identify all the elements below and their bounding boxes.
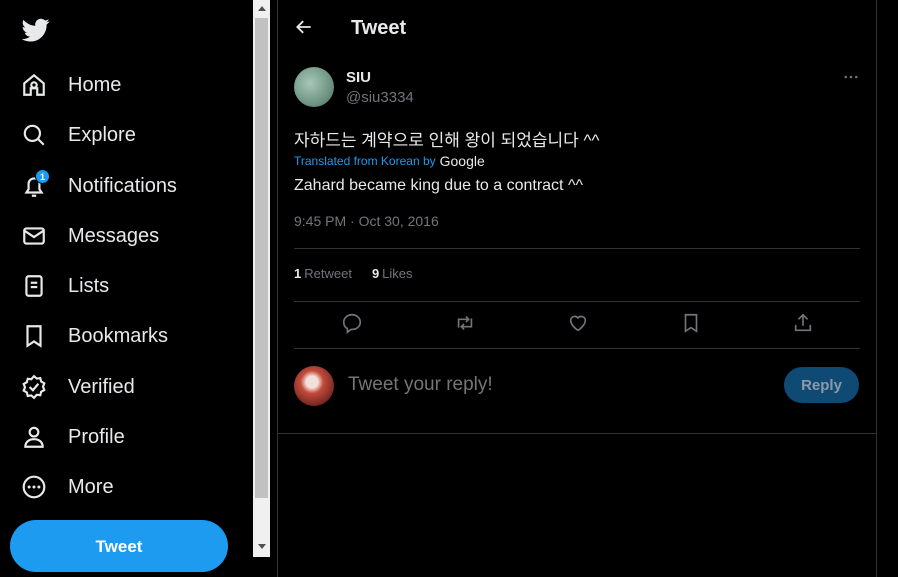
translation-attribution[interactable]: Translated from Korean by Google: [294, 153, 485, 169]
sidebar-item-notifications[interactable]: 1 Notifications: [14, 164, 244, 208]
translated-text: Zahard became king due to a contract ^^: [294, 177, 583, 194]
home-icon: [20, 71, 48, 99]
author-avatar[interactable]: [294, 67, 334, 107]
sidebar-item-label: Home: [68, 73, 122, 96]
tweet-actions: [294, 312, 860, 338]
sidebar-item-messages[interactable]: Messages: [14, 214, 244, 258]
envelope-icon: [20, 222, 48, 250]
sidebar-item-verified[interactable]: Verified: [14, 365, 244, 409]
divider: [294, 301, 860, 302]
more-options-icon[interactable]: [842, 68, 860, 86]
sidebar-item-label: Profile: [68, 425, 125, 448]
sidebar-item-explore[interactable]: Explore: [14, 113, 244, 157]
sidebar-item-label: Verified: [68, 375, 135, 398]
tweet-timestamp[interactable]: 9:45 PM · Oct 30, 2016: [294, 213, 439, 229]
divider: [294, 348, 860, 349]
back-arrow-icon[interactable]: [294, 17, 314, 37]
sidebar-item-label: Notifications: [68, 174, 177, 197]
sidebar-item-label: Messages: [68, 224, 160, 247]
reply-button[interactable]: Reply: [784, 367, 859, 403]
sidebar-item-bookmarks[interactable]: Bookmarks: [14, 314, 244, 358]
share-icon[interactable]: [792, 312, 816, 336]
bookmark-icon: [20, 322, 48, 350]
scroll-up-arrow-icon[interactable]: [253, 0, 270, 17]
author-name[interactable]: SIU: [346, 69, 371, 86]
bookmark-icon[interactable]: [680, 312, 704, 336]
reply-input[interactable]: [348, 374, 748, 396]
list-icon: [20, 272, 48, 300]
like-heart-icon[interactable]: [567, 312, 591, 336]
more-circle-icon: [20, 473, 48, 501]
sidebar-item-profile[interactable]: Profile: [14, 415, 244, 459]
notification-badge: 1: [35, 169, 50, 184]
sidebar-item-label: Explore: [68, 123, 136, 146]
likes-stat[interactable]: 9 Likes: [372, 266, 413, 281]
sidebar-item-label: More: [68, 475, 114, 498]
retweet-icon[interactable]: [454, 312, 478, 336]
scroll-down-arrow-icon[interactable]: [253, 538, 270, 555]
scroll-thumb[interactable]: [255, 18, 268, 498]
sidebar-item-lists[interactable]: Lists: [14, 264, 244, 308]
sidebar-scrollbar[interactable]: [253, 0, 270, 557]
google-logo-text: Google: [439, 153, 485, 169]
translated-label: Translated from Korean by: [294, 154, 436, 168]
sidebar-item-more[interactable]: More: [14, 465, 244, 509]
page-title: Tweet: [351, 17, 407, 39]
bell-icon: 1: [20, 169, 50, 200]
tweet-stats: 1 Retweet 9 Likes: [294, 266, 413, 281]
reply-icon[interactable]: [341, 312, 365, 336]
divider: [294, 248, 860, 249]
twitter-bird-icon[interactable]: [21, 16, 50, 44]
sidebar-item-label: Lists: [68, 274, 110, 297]
verified-icon: [20, 373, 48, 401]
sidebar-item-label: Bookmarks: [68, 324, 169, 347]
sidebar-item-home[interactable]: Home: [14, 63, 244, 107]
tweet-text: 자하드는 계약으로 인해 왕이 되었습니다 ^^: [294, 131, 600, 150]
user-avatar[interactable]: [294, 366, 334, 406]
sidebar: Home Explore 1 Notifications Messages Li…: [0, 0, 253, 577]
main-column: Tweet SIU @siu3334 자하드는 계약으로 인해 왕이 되었습니다…: [277, 0, 877, 577]
person-icon: [20, 423, 48, 451]
tweet-compose-button[interactable]: Tweet: [10, 520, 228, 572]
divider: [278, 433, 877, 434]
page-header: Tweet: [278, 0, 877, 53]
search-icon: [20, 121, 48, 149]
retweet-stat[interactable]: 1 Retweet: [294, 266, 352, 281]
author-handle[interactable]: @siu3334: [346, 89, 414, 106]
